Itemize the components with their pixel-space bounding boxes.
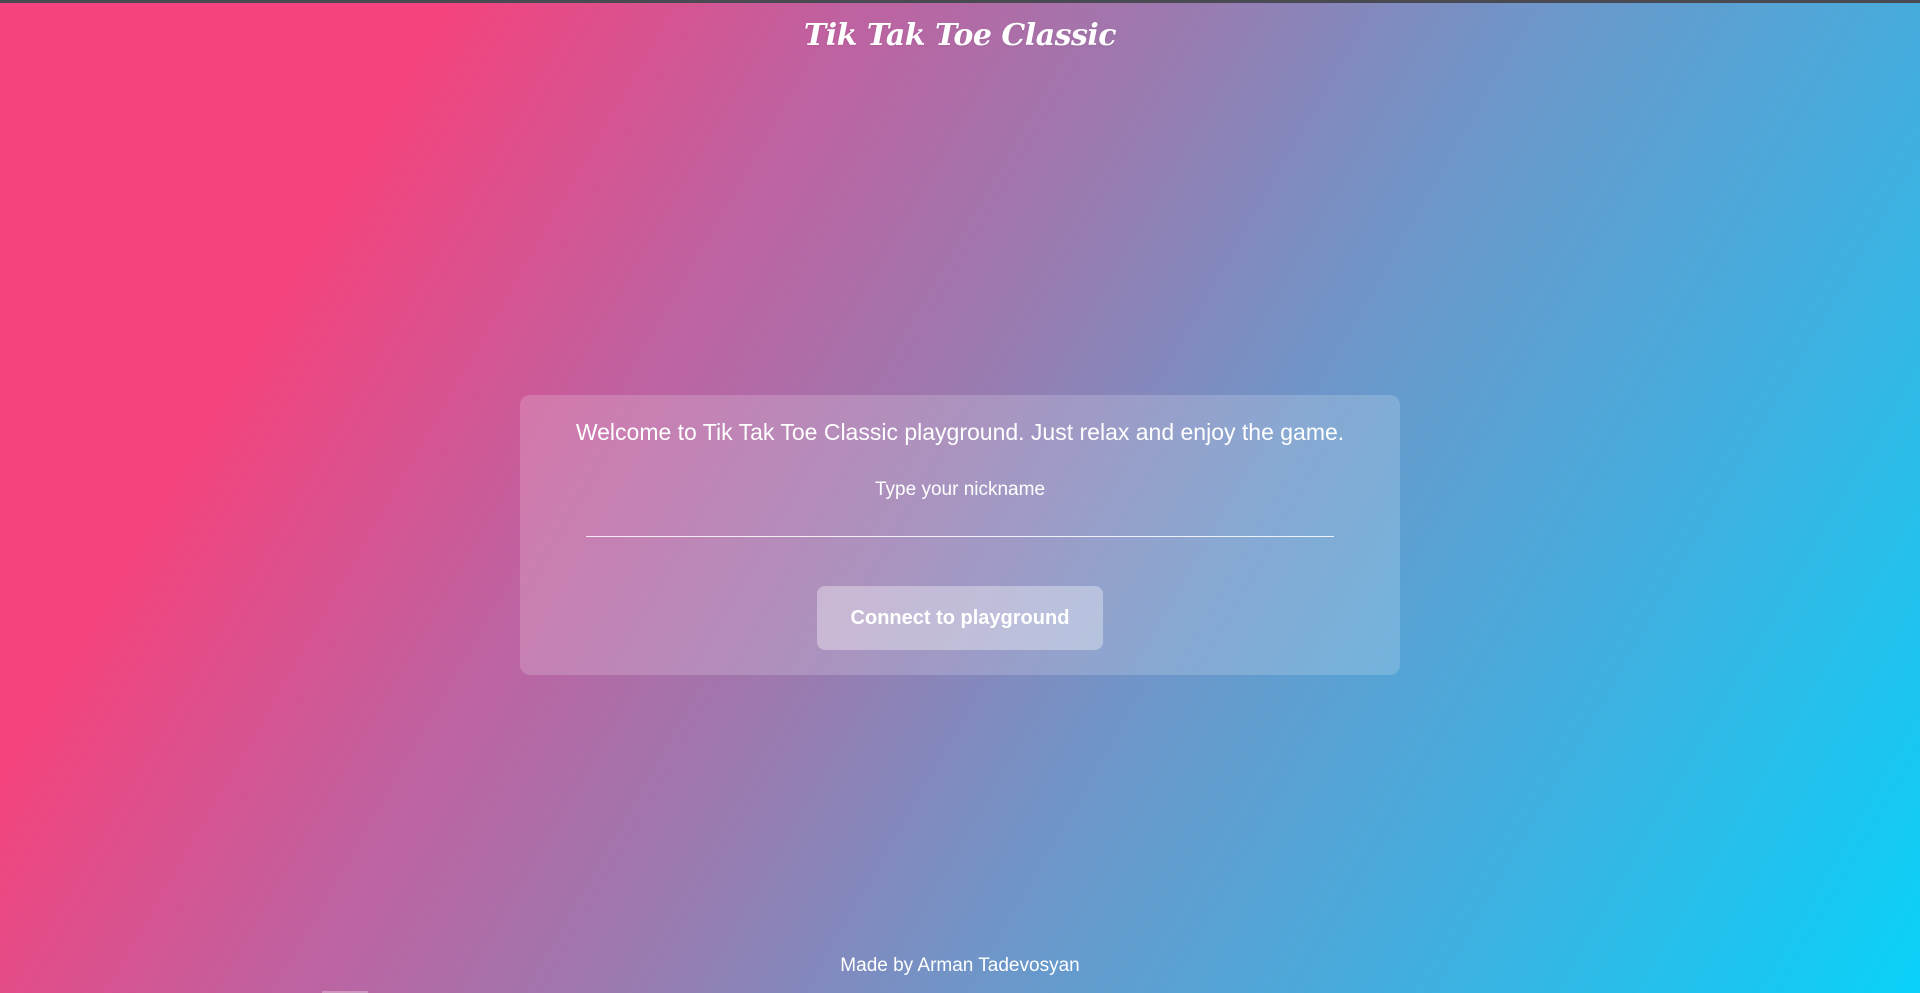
nickname-label: Type your nickname: [874, 479, 1046, 500]
app-title: Tik Tak Toe Classic: [803, 18, 1117, 53]
welcome-message: Welcome to Tik Tak Toe Classic playgroun…: [575, 419, 1345, 445]
browser-top-edge: [0, 0, 1920, 3]
nickname-input[interactable]: [586, 507, 1334, 537]
welcome-card: Welcome to Tik Tak Toe Classic playgroun…: [520, 395, 1400, 675]
footer-credit: Made by Arman Tadevosyan: [840, 955, 1080, 976]
connect-to-playground-button[interactable]: Connect to playground: [817, 586, 1103, 650]
